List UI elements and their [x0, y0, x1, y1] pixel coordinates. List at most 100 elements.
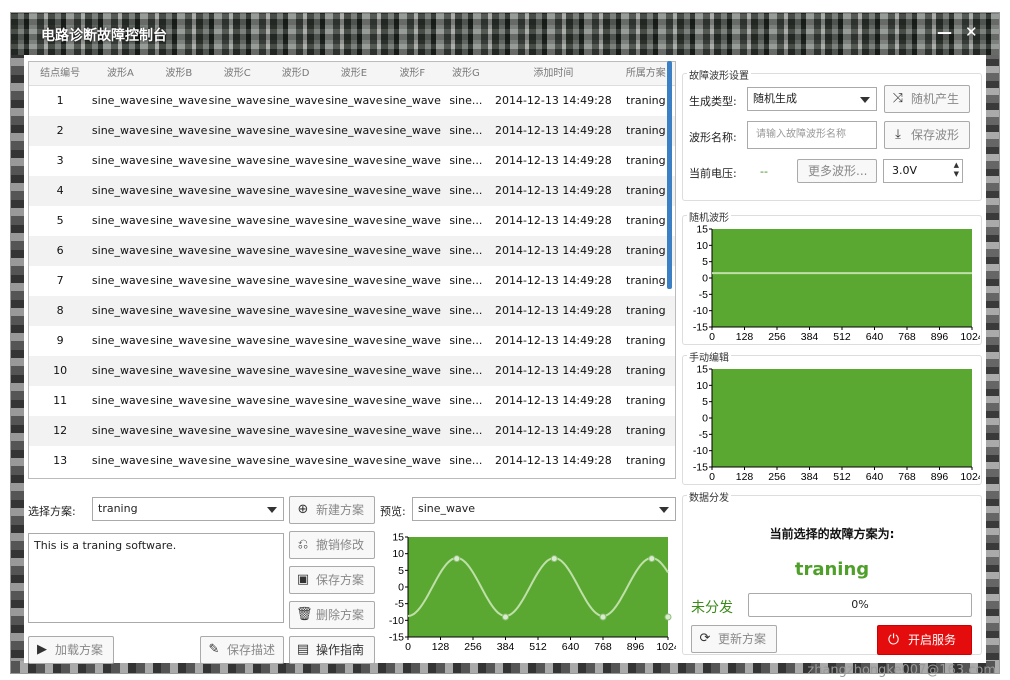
voltage-spinbox[interactable]: 3.0V ▲ ▼ [883, 159, 963, 183]
table-cell: sine_wave [383, 274, 441, 287]
table-row[interactable]: 10 sine_wave sine_wave sine_wave sine_wave si… [29, 356, 675, 386]
table-row[interactable]: 6 sine_wave sine_wave sine_wave sine_wave sin… [29, 236, 675, 266]
data-point [453, 555, 461, 563]
current-scheme-label: 当前选择的故障方案为: [769, 527, 895, 541]
table-cell: sine_wave [383, 244, 441, 257]
table-cell: 8 [56, 304, 64, 317]
column-header[interactable]: 添加时间 [490, 62, 616, 85]
x-tick-label: 256 [768, 331, 786, 343]
table-row[interactable]: 11 sine_wave sine_wave sine_wave sine_wave si… [29, 386, 675, 416]
plot-area [408, 537, 668, 637]
table-row[interactable]: 3 sine_wave sine_wave sine_wave sine_wave sin… [29, 146, 675, 176]
scheme-select[interactable]: traning [92, 497, 284, 521]
close-button[interactable]: ✕ [965, 23, 978, 41]
table-cell: sine... [449, 244, 483, 257]
x-tick-label: 896 [931, 471, 949, 483]
book-icon: ▤ [296, 642, 310, 657]
more-waves-button[interactable]: 更多波形... [797, 159, 877, 183]
table-cell: sine_wave [267, 124, 325, 137]
table-cell: sine_wave [208, 214, 266, 227]
table-row[interactable]: 4 sine_wave sine_wave sine_wave sine_wave sin… [29, 176, 675, 206]
table-cell: sine_wave [91, 184, 149, 197]
column-header[interactable]: 波形E [325, 62, 383, 85]
chevron-down-icon [267, 507, 277, 513]
refresh-icon: ⟳ [699, 631, 711, 646]
x-tick-label: 640 [866, 331, 884, 343]
table-cell: sine_wave [91, 124, 149, 137]
voltage-label: 当前电压: [689, 167, 737, 180]
table-cell: sine_wave [325, 394, 383, 407]
column-header[interactable]: 波形G [442, 62, 491, 85]
table-row[interactable]: 8 sine_wave sine_wave sine_wave sine_wave sin… [29, 296, 675, 326]
save-wave-button[interactable]: ⤓ 保存波形 [884, 121, 970, 149]
table-cell: sine_wave [91, 94, 149, 107]
table-cell: sine_wave [208, 364, 266, 377]
y-tick-label: 15 [392, 532, 404, 544]
plot-area [712, 229, 972, 327]
table-cell: 2 [56, 124, 64, 137]
table-cell: sine_wave [383, 454, 441, 467]
preview-label: 预览: [380, 505, 406, 518]
column-header[interactable]: 波形F [383, 62, 441, 85]
title-bar[interactable]: 电路诊断故障控制台 — ✕ [11, 13, 999, 55]
table-cell: 7 [56, 274, 64, 287]
table-cell: traning [626, 394, 666, 407]
column-header[interactable]: 结点编号 [29, 62, 91, 85]
manual-edit-chart[interactable]: 151050-5-10-1501282563845126407688961024 [684, 363, 980, 485]
column-header[interactable]: 波形C [208, 62, 266, 85]
window-title: 电路诊断故障控制台 [41, 28, 167, 44]
gen-type-select[interactable]: 随机生成 [747, 87, 877, 111]
column-header[interactable]: 波形A [91, 62, 149, 85]
table-cell: 4 [56, 184, 64, 197]
table-cell: 2014-12-13 14:49:28 [494, 364, 612, 377]
table-cell: sine_wave [208, 184, 266, 197]
undo-button[interactable]: ⎌ 撤销修改 [289, 531, 375, 559]
table-cell: sine_wave [325, 244, 383, 257]
load-scheme-button[interactable]: ▶ 加载方案 [28, 636, 114, 664]
update-scheme-button[interactable]: ⟳ 更新方案 [691, 625, 777, 653]
save-scheme-button[interactable]: ▣ 保存方案 [289, 566, 375, 594]
y-tick-label: 10 [392, 548, 404, 560]
preview-select[interactable]: sine_wave [412, 497, 676, 521]
table-cell: 2014-12-13 14:49:28 [494, 244, 612, 257]
wave-name-input[interactable]: 请输入故障波形名称 [747, 121, 877, 149]
table-cell: 3 [56, 154, 64, 167]
table-cell: sine_wave [267, 454, 325, 467]
random-generate-button[interactable]: ⤨ 随机产生 [884, 85, 970, 113]
new-scheme-button[interactable]: ⊕ 新建方案 [289, 496, 375, 524]
table-row[interactable]: 13 sine_wave sine_wave sine_wave sine_wave si… [29, 446, 675, 476]
delete-scheme-button[interactable]: 🗑 删除方案 [289, 601, 375, 629]
x-tick-label: 896 [627, 641, 645, 653]
table-cell: 2014-12-13 14:49:28 [494, 304, 612, 317]
table-cell: sine_wave [91, 454, 149, 467]
guide-button[interactable]: ▤ 操作指南 [289, 636, 375, 664]
table-row[interactable]: 7 sine_wave sine_wave sine_wave sine_wave sin… [29, 266, 675, 296]
table-cell: sine_wave [91, 364, 149, 377]
table-cell: sine_wave [208, 124, 266, 137]
table-cell: 11 [53, 394, 68, 407]
table-cell: 2014-12-13 14:49:28 [494, 454, 612, 467]
scheme-table[interactable]: 结点编号 波形A 波形B 波形C 波形D 波形E 波形F 波形G 添加时间 所属方案 1 sine_… [28, 61, 676, 479]
table-row[interactable]: 5 sine_wave sine_wave sine_wave sine_wave sin… [29, 206, 675, 236]
start-service-button[interactable]: ⏻ 开启服务 [877, 625, 972, 655]
column-header[interactable]: 波形D [266, 62, 324, 85]
table-row[interactable]: 9 sine_wave sine_wave sine_wave sine_wave sin… [29, 326, 675, 356]
table-cell: sine_wave [150, 364, 208, 377]
table-cell: sine_wave [267, 334, 325, 347]
current-scheme-value: traning [794, 559, 870, 580]
scheme-description[interactable]: This is a traning software. [28, 533, 284, 623]
table-cell: sine_wave [383, 424, 441, 437]
y-tick-label: 15 [696, 224, 708, 236]
table-row[interactable]: 2 sine_wave sine_wave sine_wave sine_wave sin… [29, 116, 675, 146]
table-cell: sine_wave [91, 154, 149, 167]
save-description-button[interactable]: ✎ 保存描述 [200, 636, 284, 664]
column-header[interactable]: 波形B [150, 62, 208, 85]
data-point [502, 613, 509, 621]
table-cell: 2014-12-13 14:49:28 [494, 184, 612, 197]
table-row[interactable]: 1 sine_wave sine_wave sine_wave sine_wave sin… [29, 86, 675, 116]
x-tick-label: 0 [709, 331, 715, 343]
table-scrollbar[interactable] [667, 61, 672, 289]
minimize-button[interactable]: — [937, 23, 952, 41]
trash-icon: 🗑 [296, 607, 313, 622]
table-row[interactable]: 12 sine_wave sine_wave sine_wave sine_wave si… [29, 416, 675, 446]
